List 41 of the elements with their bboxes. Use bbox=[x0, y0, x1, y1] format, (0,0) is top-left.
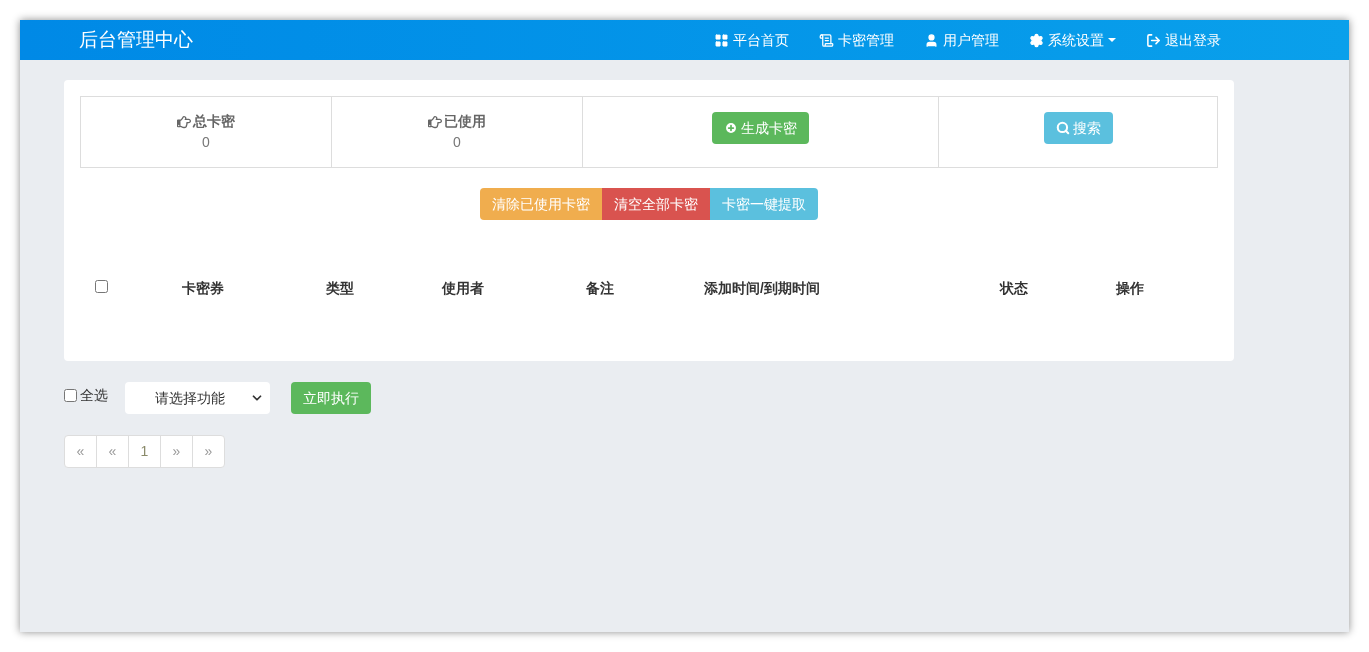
logout-icon bbox=[1146, 32, 1161, 48]
plus-circle-icon bbox=[724, 121, 738, 135]
search-button[interactable]: 搜索 bbox=[1043, 112, 1113, 144]
pointing-hand-icon bbox=[177, 114, 191, 129]
page-link[interactable]: « bbox=[64, 435, 97, 468]
document-icon bbox=[819, 32, 834, 48]
generate-button[interactable]: 生成卡密 bbox=[712, 112, 809, 144]
column-header: 备注 bbox=[585, 279, 615, 298]
checkbox[interactable] bbox=[94, 280, 108, 293]
page-link[interactable]: » bbox=[192, 435, 225, 468]
stat-value: 0 bbox=[202, 133, 210, 152]
column-header: 状态 bbox=[998, 279, 1029, 298]
search-icon bbox=[1055, 121, 1070, 135]
action-button[interactable]: 清空全部卡密 bbox=[602, 188, 710, 220]
site-title: 后台管理中心 bbox=[79, 27, 193, 52]
function-select[interactable]: 请选择功能 bbox=[125, 382, 270, 414]
nav-link[interactable]: 平台首页 bbox=[714, 29, 789, 51]
gear-icon bbox=[1029, 32, 1044, 48]
page-link[interactable]: » bbox=[160, 435, 193, 468]
column-header: 使用者 bbox=[441, 279, 485, 298]
stat-label: 已使用 bbox=[444, 112, 486, 131]
nav-link[interactable]: 退出登录 bbox=[1146, 29, 1221, 51]
column-header: 操作 bbox=[1115, 279, 1145, 298]
checkbox[interactable] bbox=[64, 388, 77, 402]
stat-value: 0 bbox=[453, 133, 461, 152]
action-button[interactable]: 卡密一键提取 bbox=[710, 188, 818, 220]
checkbox-label: 全选 bbox=[80, 385, 108, 405]
execute-button[interactable]: 立即执行 bbox=[291, 382, 371, 414]
stat-label: 总卡密 bbox=[193, 112, 235, 131]
action-button[interactable]: 清除已使用卡密 bbox=[480, 188, 602, 220]
page-link[interactable]: « bbox=[96, 435, 129, 468]
nav-link[interactable]: 系统设置 bbox=[1029, 29, 1116, 51]
user-icon bbox=[924, 32, 939, 48]
page-link[interactable]: 1 bbox=[128, 435, 161, 468]
grid-icon bbox=[714, 32, 729, 48]
column-header: 卡密券 bbox=[181, 279, 225, 298]
column-header: 类型 bbox=[325, 279, 355, 298]
nav-link[interactable]: 卡密管理 bbox=[819, 29, 894, 51]
nav-link[interactable]: 用户管理 bbox=[924, 29, 999, 51]
pointing-hand-icon bbox=[428, 114, 442, 129]
column-header: 添加时间/到期时间 bbox=[703, 279, 821, 298]
